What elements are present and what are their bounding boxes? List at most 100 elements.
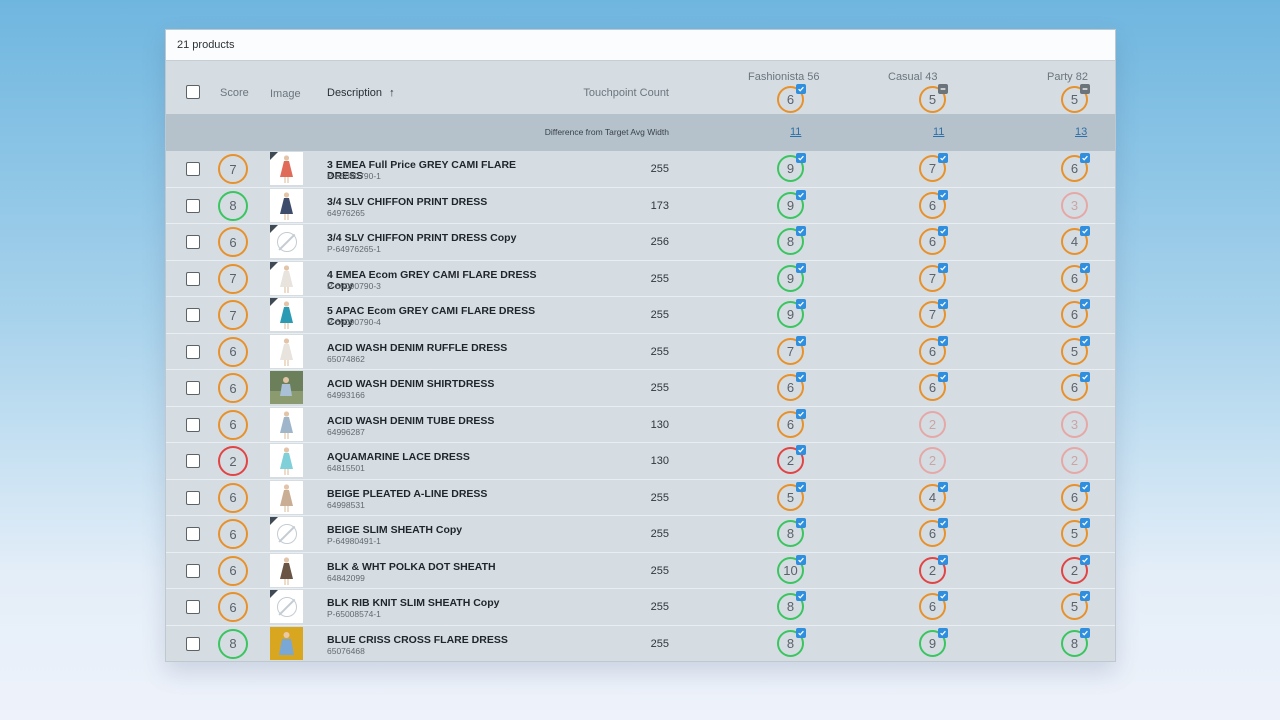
check-icon[interactable] (796, 445, 806, 455)
product-sku: P-65090790-1 (327, 171, 381, 181)
target-column-header[interactable]: Fashionista 56 (748, 71, 820, 83)
product-name[interactable]: BLK & WHT POLKA DOT SHEATH (327, 561, 552, 573)
table-row[interactable]: 6 BLK & WHT POLKA DOT SHEATH 64842099 255 10… (166, 552, 1115, 589)
table-row[interactable]: 2 AQUAMARINE LACE DRESS 64815501 130 2 2 2 (166, 443, 1115, 480)
product-thumbnail[interactable] (270, 371, 303, 404)
check-icon[interactable] (938, 189, 948, 200)
table-row[interactable]: 8 3/4 SLV CHIFFON PRINT DRESS 64976265 173 9… (166, 187, 1115, 224)
product-name[interactable]: ACID WASH DENIM TUBE DRESS (327, 415, 552, 427)
row-checkbox[interactable] (186, 417, 200, 432)
check-icon[interactable] (938, 481, 948, 492)
check-icon[interactable] (938, 554, 948, 565)
check-icon[interactable] (938, 335, 948, 346)
select-all-checkbox[interactable] (186, 85, 200, 99)
check-icon[interactable] (796, 627, 806, 638)
row-checkbox[interactable] (186, 271, 200, 286)
check-icon[interactable] (1080, 335, 1090, 346)
check-icon[interactable] (938, 627, 948, 638)
check-icon[interactable] (1080, 372, 1090, 382)
minus-icon[interactable] (938, 84, 948, 94)
difference-link[interactable]: 11 (933, 126, 944, 138)
check-icon[interactable] (796, 554, 806, 565)
check-icon[interactable] (1080, 481, 1090, 492)
table-row[interactable]: 75 APAC Ecom GREY CAMI FLARE DRESS Copy P… (166, 297, 1115, 334)
product-name[interactable]: BEIGE SLIM SHEATH Copy (327, 525, 552, 536)
product-thumbnail[interactable] (270, 188, 303, 222)
product-thumbnail[interactable] (270, 553, 303, 587)
product-name[interactable]: 3/4 SLV CHIFFON PRINT DRESS (327, 196, 552, 208)
target-column-header[interactable]: Party 82 (1047, 71, 1088, 83)
score-column-header[interactable]: Score (220, 87, 249, 99)
check-icon[interactable] (938, 372, 948, 382)
check-icon[interactable] (796, 84, 806, 94)
check-icon[interactable] (796, 481, 806, 492)
row-checkbox[interactable] (186, 454, 200, 468)
score-circle: 6 (218, 227, 248, 257)
product-name[interactable]: BLUE CRISS CROSS FLARE DRESS (327, 634, 552, 646)
table-row[interactable]: 6 BEIGE SLIM SHEATH Copy P-64980491-1 255 8 6… (166, 516, 1115, 553)
row-checkbox[interactable] (186, 308, 200, 322)
check-icon[interactable] (938, 226, 948, 236)
check-icon[interactable] (1080, 299, 1090, 309)
check-icon[interactable] (938, 518, 948, 528)
touchpoint-column-header[interactable]: Touchpoint Count (583, 87, 669, 99)
check-icon[interactable] (938, 591, 948, 601)
table-row[interactable]: 6 ACID WASH DENIM TUBE DRESS 64996287 130 6 2… (166, 406, 1115, 443)
check-icon[interactable] (796, 226, 806, 236)
row-checkbox[interactable] (186, 198, 200, 213)
description-column-header[interactable]: Description ↑ (327, 87, 395, 99)
check-icon[interactable] (796, 591, 806, 601)
product-thumbnail[interactable] (270, 480, 303, 514)
row-checkbox[interactable] (186, 162, 200, 176)
check-icon[interactable] (796, 299, 806, 309)
minus-icon[interactable] (1080, 84, 1090, 94)
check-icon[interactable] (938, 262, 948, 273)
check-icon[interactable] (1080, 226, 1090, 236)
table-row[interactable]: 74 EMEA Ecom GREY CAMI FLARE DRESS Copy P… (166, 260, 1115, 297)
score-circle: 6 (218, 519, 248, 549)
check-icon[interactable] (1080, 554, 1090, 565)
check-icon[interactable] (796, 408, 806, 419)
target-column-header[interactable]: Casual 43 (888, 71, 938, 83)
table-row[interactable]: 6 BLK RIB KNIT SLIM SHEATH Copy P-65008574… (166, 589, 1115, 626)
product-name[interactable]: 3/4 SLV CHIFFON PRINT DRESS Copy (327, 233, 552, 244)
check-icon[interactable] (1080, 591, 1090, 601)
product-name[interactable]: BEIGE PLEATED A-LINE DRESS (327, 488, 552, 500)
check-icon[interactable] (796, 335, 806, 346)
product-thumbnail[interactable] (270, 444, 303, 477)
check-icon[interactable] (1080, 153, 1090, 163)
product-name[interactable]: AQUAMARINE LACE DRESS (327, 452, 552, 463)
table-row[interactable]: 6 ACID WASH DENIM RUFFLE DRESS 65074862 255… (166, 333, 1115, 370)
row-checkbox[interactable] (186, 600, 200, 614)
check-icon[interactable] (796, 262, 806, 273)
check-icon[interactable] (938, 299, 948, 309)
table-row[interactable]: 6 BEIGE PLEATED A-LINE DRESS 64998531 255 5 4… (166, 479, 1115, 516)
difference-link[interactable]: 11 (790, 126, 801, 138)
table-row[interactable]: 6 ACID WASH DENIM SHIRTDRESS 64993166 255 6 6… (166, 370, 1115, 407)
row-checkbox[interactable] (186, 344, 200, 359)
product-thumbnail[interactable] (270, 407, 303, 441)
row-checkbox[interactable] (186, 235, 200, 249)
product-thumbnail[interactable] (270, 334, 303, 368)
table-row[interactable]: 6 3/4 SLV CHIFFON PRINT DRESS Copy P-64976… (166, 224, 1115, 261)
check-icon[interactable] (796, 372, 806, 382)
product-name[interactable]: BLK RIB KNIT SLIM SHEATH Copy (327, 598, 552, 609)
check-icon[interactable] (796, 518, 806, 528)
table-row[interactable]: 8 BLUE CRISS CROSS FLARE DRESS 65076468 255… (166, 625, 1115, 661)
row-checkbox[interactable] (186, 636, 200, 651)
product-name[interactable]: ACID WASH DENIM RUFFLE DRESS (327, 342, 552, 354)
product-thumbnail[interactable] (270, 626, 303, 660)
check-icon[interactable] (796, 189, 806, 200)
row-checkbox[interactable] (186, 527, 200, 541)
check-icon[interactable] (1080, 262, 1090, 273)
row-checkbox[interactable] (186, 381, 200, 395)
check-icon[interactable] (796, 153, 806, 163)
check-icon[interactable] (938, 153, 948, 163)
product-name[interactable]: ACID WASH DENIM SHIRTDRESS (327, 379, 552, 390)
row-checkbox[interactable] (186, 490, 200, 505)
table-row[interactable]: 73 EMEA Full Price GREY CAMI FLARE DRESS… (166, 151, 1115, 188)
row-checkbox[interactable] (186, 563, 200, 578)
check-icon[interactable] (1080, 518, 1090, 528)
check-icon[interactable] (1080, 627, 1090, 638)
difference-link[interactable]: 13 (1075, 126, 1087, 138)
